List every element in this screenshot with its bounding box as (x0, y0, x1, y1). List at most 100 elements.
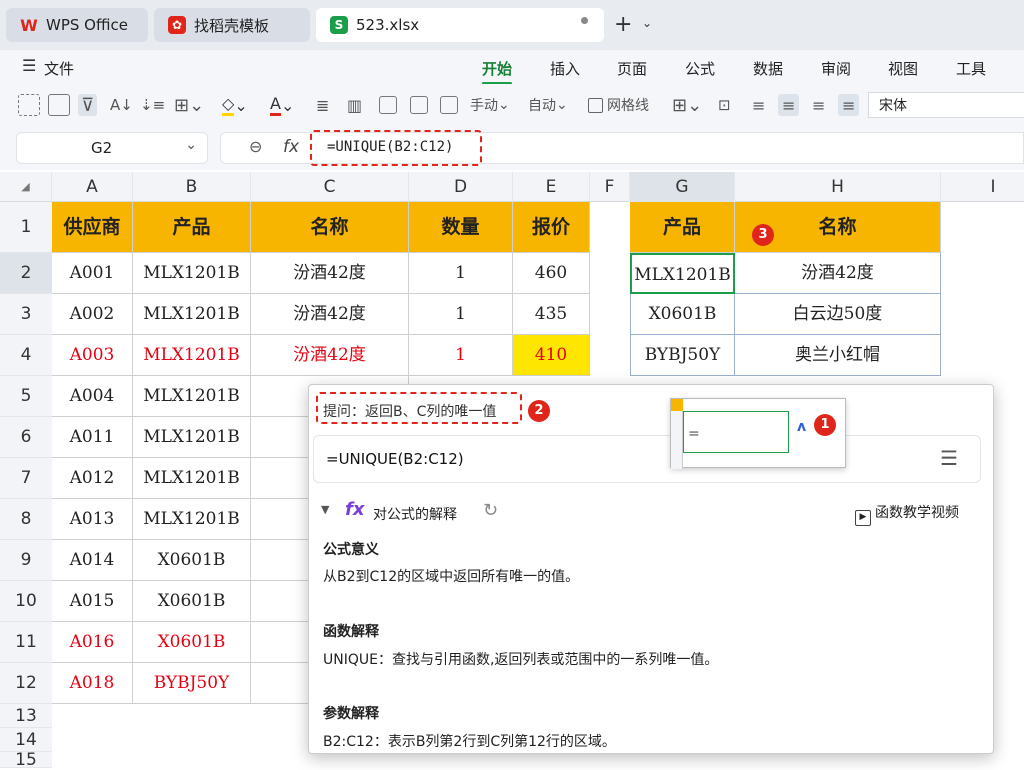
tab-wps-office[interactable]: W WPS Office (6, 8, 148, 42)
table-cell[interactable]: 汾酒42度 (251, 335, 409, 376)
border-icon[interactable]: ⊞⌄ (174, 94, 204, 116)
table-cell[interactable]: 1 (409, 253, 513, 294)
filter-icon[interactable]: ⊽ (78, 94, 98, 116)
merge-cells-icon[interactable]: ▥ (347, 94, 362, 116)
name-box[interactable]: G2 ⌄ (16, 132, 208, 164)
table-cell[interactable]: MLX1201B (133, 335, 251, 376)
row-header-1[interactable]: 1 (0, 202, 52, 253)
row-header-6[interactable]: 6 (0, 417, 52, 458)
table-cell[interactable]: A015 (52, 581, 133, 622)
menu-file[interactable]: 文件 (44, 58, 74, 79)
tab-template[interactable]: ✿ 找稻壳模板 (154, 8, 310, 42)
table-cell[interactable]: MLX1201B (133, 499, 251, 540)
row-header-3[interactable]: 3 (0, 294, 52, 335)
table-cell[interactable]: 汾酒42度 (251, 253, 409, 294)
table-cell[interactable]: A003 (52, 335, 133, 376)
table-style-icon[interactable]: ⊞⌄ (672, 94, 702, 116)
align-center-icon[interactable]: ≡ (778, 94, 800, 116)
sort-descending-icon[interactable]: ⇣≡ (140, 94, 165, 116)
result-cell[interactable]: 奥兰小红帽 (735, 335, 941, 376)
table-cell[interactable]: MLX1201B (133, 458, 251, 499)
table-cell[interactable]: X0601B (133, 581, 251, 622)
table-cell[interactable]: MLX1201B (133, 417, 251, 458)
zoom-icon[interactable]: ⊖ (249, 137, 262, 156)
chevron-down-icon[interactable]: ⌄ (185, 137, 197, 153)
menu-view[interactable]: 视图 (888, 58, 918, 79)
table-header-cell[interactable]: 数量 (409, 202, 513, 253)
table-cell[interactable]: A002 (52, 294, 133, 335)
result-cell[interactable]: X0601B (630, 294, 735, 335)
result-cell[interactable]: 白云边50度 (735, 294, 941, 335)
menu-review[interactable]: 审阅 (821, 58, 851, 79)
clipboard-icon[interactable] (48, 94, 70, 116)
row-header-13[interactable]: 13 (0, 704, 52, 728)
new-tab-icon[interactable]: + (614, 12, 632, 37)
column-header-g[interactable]: G (630, 172, 735, 202)
paste-special-icon[interactable] (18, 94, 40, 116)
row-header-7[interactable]: 7 (0, 458, 52, 499)
table-cell[interactable]: MLX1201B (133, 294, 251, 335)
active-cell[interactable]: MLX1201B (630, 253, 735, 294)
hamburger-icon[interactable]: ☰ (22, 56, 36, 75)
chevron-down-icon[interactable]: ⌄ (642, 16, 652, 30)
align-right-icon[interactable]: ≡ (812, 94, 825, 116)
column-header-f[interactable]: F (590, 172, 630, 202)
freeze-icon[interactable] (440, 94, 458, 116)
menu-formula[interactable]: 公式 (685, 58, 715, 79)
refresh-icon[interactable]: ↻ (483, 500, 498, 521)
formula-result-box[interactable]: =UNIQUE(B2:C12) ☰ (313, 435, 981, 483)
row-header-11[interactable]: 11 (0, 622, 52, 663)
table-cell[interactable]: MLX1201B (133, 376, 251, 417)
format-painter-icon[interactable]: ⊡ (718, 94, 731, 116)
table-cell[interactable]: MLX1201B (133, 253, 251, 294)
align-middle-icon[interactable]: ≡ (838, 94, 860, 116)
column-header-i[interactable]: I (941, 172, 1024, 202)
table-cell[interactable]: X0601B (133, 622, 251, 663)
calc-manual-dropdown[interactable]: 手动 ⌄ (470, 94, 510, 116)
table-cell[interactable]: A004 (52, 376, 133, 417)
fx-icon[interactable]: fx (283, 137, 299, 157)
calc-auto-dropdown[interactable]: 自动 ⌄ (528, 94, 568, 116)
table-header-cell[interactable]: 供应商 (52, 202, 133, 253)
column-header-c[interactable]: C (251, 172, 409, 202)
table-cell[interactable]: 1 (409, 294, 513, 335)
table-cell[interactable]: 410 (513, 335, 590, 376)
column-header-a[interactable]: A (52, 172, 133, 202)
row-header-15[interactable]: 15 (0, 752, 52, 769)
column-width-icon[interactable] (410, 94, 428, 116)
row-header-12[interactable]: 12 (0, 663, 52, 704)
row-header-10[interactable]: 10 (0, 581, 52, 622)
row-header-9[interactable]: 9 (0, 540, 52, 581)
table-cell[interactable]: A012 (52, 458, 133, 499)
column-header-d[interactable]: D (409, 172, 513, 202)
font-name-input[interactable]: 宋体 (868, 92, 1024, 118)
table-header-cell[interactable]: 报价 (513, 202, 590, 253)
result-header-cell[interactable]: 产品 (630, 202, 735, 253)
select-all-icon[interactable]: ◢ (0, 172, 52, 202)
row-header-14[interactable]: 14 (0, 728, 52, 752)
table-cell[interactable]: A011 (52, 417, 133, 458)
unsaved-dot-icon[interactable] (581, 17, 588, 24)
table-header-cell[interactable]: 名称 (251, 202, 409, 253)
row-header-2[interactable]: 2 (0, 253, 52, 294)
align-left-icon[interactable]: ≡ (752, 94, 765, 116)
row-header-8[interactable]: 8 (0, 499, 52, 540)
result-cell[interactable]: 汾酒42度 (735, 253, 941, 294)
table-cell[interactable]: A016 (52, 622, 133, 663)
table-cell[interactable]: A013 (52, 499, 133, 540)
table-cell[interactable]: BYBJ50Y (133, 663, 251, 704)
table-cell[interactable]: 汾酒42度 (251, 294, 409, 335)
gridlines-toggle[interactable]: 网格线 (588, 94, 649, 116)
menu-insert[interactable]: 插入 (550, 58, 580, 79)
collapse-triangle-icon[interactable]: ▼ (321, 503, 329, 516)
menu-home[interactable]: 开始 (482, 58, 513, 85)
settings-sliders-icon[interactable]: ☰ (940, 446, 958, 470)
wrap-text-icon[interactable]: ≣ (316, 94, 329, 116)
inset-input-cell[interactable]: = (683, 411, 789, 453)
menu-page[interactable]: 页面 (617, 58, 647, 79)
table-cell[interactable]: A014 (52, 540, 133, 581)
tutorial-video-link[interactable]: ▶ 函数教学视频 (855, 502, 959, 526)
table-cell[interactable]: A018 (52, 663, 133, 704)
menu-data[interactable]: 数据 (753, 58, 783, 79)
table-cell[interactable]: X0601B (133, 540, 251, 581)
